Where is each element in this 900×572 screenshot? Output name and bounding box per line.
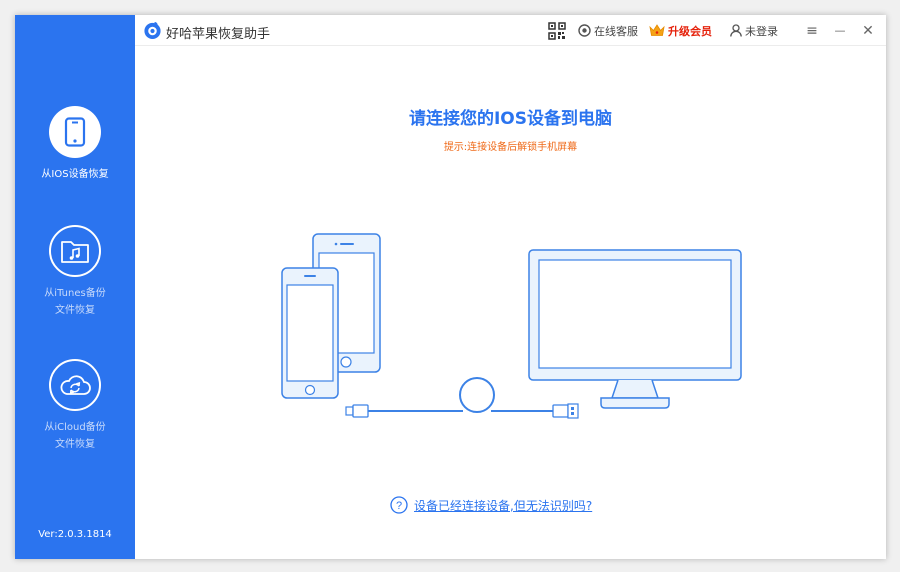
login-label: 未登录 <box>745 24 778 38</box>
connect-illustration <box>281 233 742 419</box>
help-link-text[interactable]: 设备已经连接设备,但无法识别吗? <box>414 497 592 514</box>
sidebar-item-label: 从iCloud备份 文件恢复 <box>44 422 106 450</box>
online-support-label: 在线客服 <box>594 24 638 38</box>
svg-text:?: ? <box>396 500 402 512</box>
app-title: 好哈苹果恢复助手 <box>166 27 271 42</box>
sidebar-item-label: 从iTunes备份 文件恢复 <box>44 288 106 316</box>
sidebar-item-label: 从IOS设备恢复 <box>41 169 109 180</box>
music-folder-icon <box>61 241 89 263</box>
close-button[interactable]: ✕ <box>854 15 882 46</box>
app-window: 从IOS设备恢复 从iTunes备份 文件恢复 从iCloud备份 文件恢复 V… <box>15 15 886 559</box>
upgrade-vip-label: 升级会员 <box>668 24 712 38</box>
online-support-button[interactable]: 在线客服 <box>578 23 638 39</box>
crown-icon <box>649 24 665 37</box>
question-icon: ? <box>390 496 408 514</box>
login-button[interactable]: 未登录 <box>730 23 778 39</box>
sidebar-item-itunes-backup[interactable]: 从iTunes备份 文件恢复 <box>15 225 135 319</box>
cable-icon <box>345 377 579 419</box>
cloud-sync-icon <box>60 375 91 395</box>
monitor-icon <box>528 249 742 409</box>
help-link[interactable]: ? 设备已经连接设备,但无法识别吗? <box>390 496 592 514</box>
menu-button[interactable]: ≡ <box>798 15 826 46</box>
sidebar-item-icon-wrap <box>49 359 101 411</box>
sidebar-item-icloud-backup[interactable]: 从iCloud备份 文件恢复 <box>15 359 135 453</box>
minimize-button[interactable]: — <box>826 15 854 46</box>
sidebar-item-ios-device[interactable]: 从IOS设备恢复 <box>15 106 135 183</box>
sidebar-item-icon-wrap <box>49 225 101 277</box>
phone-icon <box>64 117 86 147</box>
app-logo-icon <box>144 21 161 40</box>
qr-code-button[interactable] <box>548 21 566 40</box>
title-bar-actions: 在线客服 升级会员 未登录 ≡ — ✕ <box>548 15 886 46</box>
user-icon <box>730 24 742 37</box>
sidebar: 从IOS设备恢复 从iTunes备份 文件恢复 从iCloud备份 文件恢复 V… <box>15 15 135 559</box>
version-label: Ver:2.0.3.1814 <box>38 529 112 540</box>
qr-code-icon <box>548 21 566 40</box>
headset-icon <box>578 24 591 37</box>
phone-front-icon <box>281 267 339 399</box>
title-bar: 好哈苹果恢复助手 在线客服 升级会员 未登录 ≡ — ✕ <box>135 15 886 46</box>
upgrade-vip-button[interactable]: 升级会员 <box>649 23 712 39</box>
sidebar-item-icon-wrap <box>49 106 101 158</box>
main-content: 请连接您的IOS设备到电脑 提示:连接设备后解锁手机屏幕 ? 设备已经连接设备,… <box>135 46 886 559</box>
